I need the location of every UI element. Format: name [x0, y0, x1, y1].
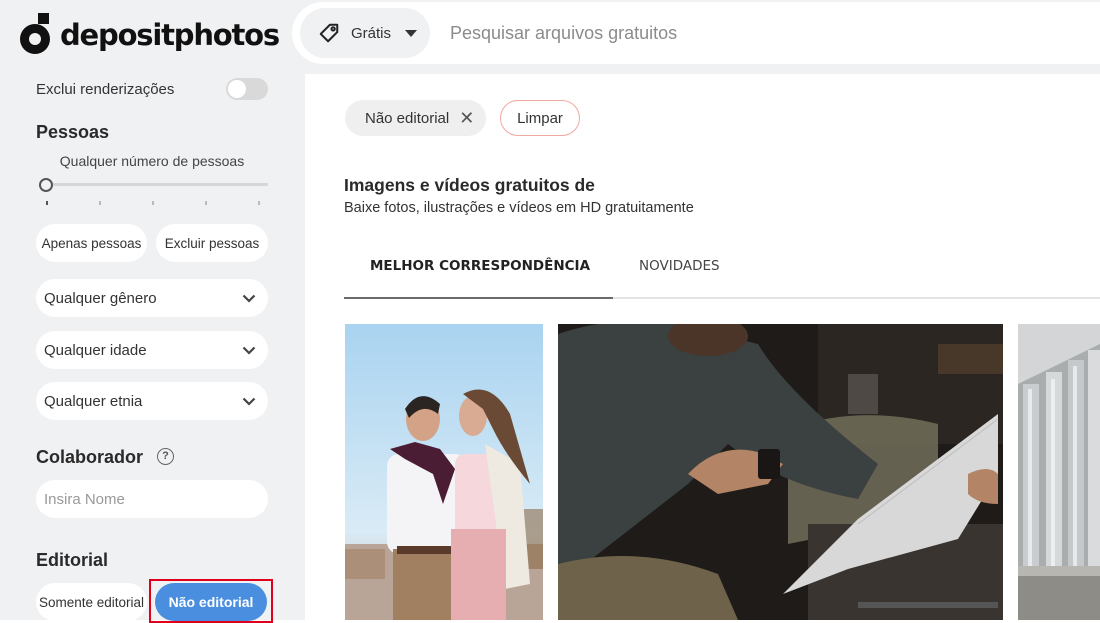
filter-chip-label: Não editorial	[365, 109, 450, 127]
only-editorial-button[interactable]: Somente editorial	[36, 583, 147, 621]
logo[interactable]: depositphotos	[18, 10, 280, 58]
ethnicity-select[interactable]: Qualquer etnia	[36, 382, 268, 420]
filter-sidebar: Exclui renderizações Pessoas Qualquer nú…	[0, 74, 305, 623]
chevron-down-icon	[242, 294, 256, 303]
help-icon[interactable]: ?	[157, 447, 175, 465]
result-image-couple[interactable]	[345, 324, 543, 620]
couple-photo	[345, 324, 543, 620]
people-section-title: Pessoas	[36, 122, 110, 142]
result-image-man-paper[interactable]	[558, 324, 1003, 620]
age-select-value: Qualquer idade	[44, 341, 147, 359]
exclude-people-button[interactable]: Excluir pessoas	[156, 224, 268, 262]
gender-select-value: Qualquer gênero	[44, 289, 157, 307]
exclude-renders-toggle[interactable]	[226, 78, 268, 100]
columns-photo	[1018, 324, 1100, 620]
header: depositphotos Grátis	[0, 0, 1100, 74]
results-area: Não editorial ✕ Limpar Imagens e vídeos …	[305, 74, 1100, 620]
editorial-section-title: Editorial	[36, 550, 109, 570]
exclude-renders-row: Exclui renderizações	[36, 78, 268, 100]
active-filter-chip: Não editorial ✕	[345, 100, 487, 136]
contributor-section-title: Colaborador?	[36, 447, 175, 468]
tab-newest[interactable]: NOVIDADES	[639, 258, 720, 274]
man-paper-photo	[558, 324, 1003, 620]
license-label: Grátis	[351, 24, 392, 42]
age-select[interactable]: Qualquer idade	[36, 331, 268, 369]
price-tag-icon	[319, 23, 339, 43]
non-editorial-button[interactable]: Não editorial	[155, 583, 267, 621]
close-icon[interactable]: ✕	[459, 108, 474, 129]
people-slider-caption: Qualquer número de pessoas	[59, 153, 245, 169]
slider-thumb[interactable]	[39, 178, 53, 192]
active-tab-indicator	[344, 297, 613, 299]
sort-tabs: MELHOR CORRESPONDÊNCIA NOVIDADES	[344, 244, 1100, 299]
clear-filters-button[interactable]: Limpar	[500, 100, 580, 136]
search-input[interactable]	[450, 14, 1070, 52]
tab-best-match[interactable]: MELHOR CORRESPONDÊNCIA	[370, 258, 590, 274]
chevron-down-icon	[242, 397, 256, 406]
slider-ticks	[46, 201, 262, 205]
ethnicity-select-value: Qualquer etnia	[44, 392, 143, 410]
caret-down-icon	[405, 29, 418, 37]
people-count-slider[interactable]	[38, 177, 268, 193]
gender-select[interactable]: Qualquer gênero	[36, 279, 268, 317]
result-image-columns[interactable]	[1018, 324, 1100, 620]
contributor-title-text: Colaborador	[36, 447, 144, 467]
page-subtitle: Baixe fotos, ilustrações e vídeos em HD …	[344, 200, 694, 216]
license-dropdown[interactable]: Grátis	[300, 8, 430, 58]
logo-text: depositphotos	[60, 18, 280, 52]
chevron-down-icon	[242, 346, 256, 355]
contributor-name-input[interactable]	[36, 480, 268, 518]
only-people-button[interactable]: Apenas pessoas	[36, 224, 147, 262]
logo-icon	[18, 12, 54, 56]
page-title: Imagens e vídeos gratuitos de	[344, 175, 595, 195]
search-bar: Grátis	[292, 2, 1100, 64]
exclude-renders-label: Exclui renderizações	[36, 80, 175, 98]
